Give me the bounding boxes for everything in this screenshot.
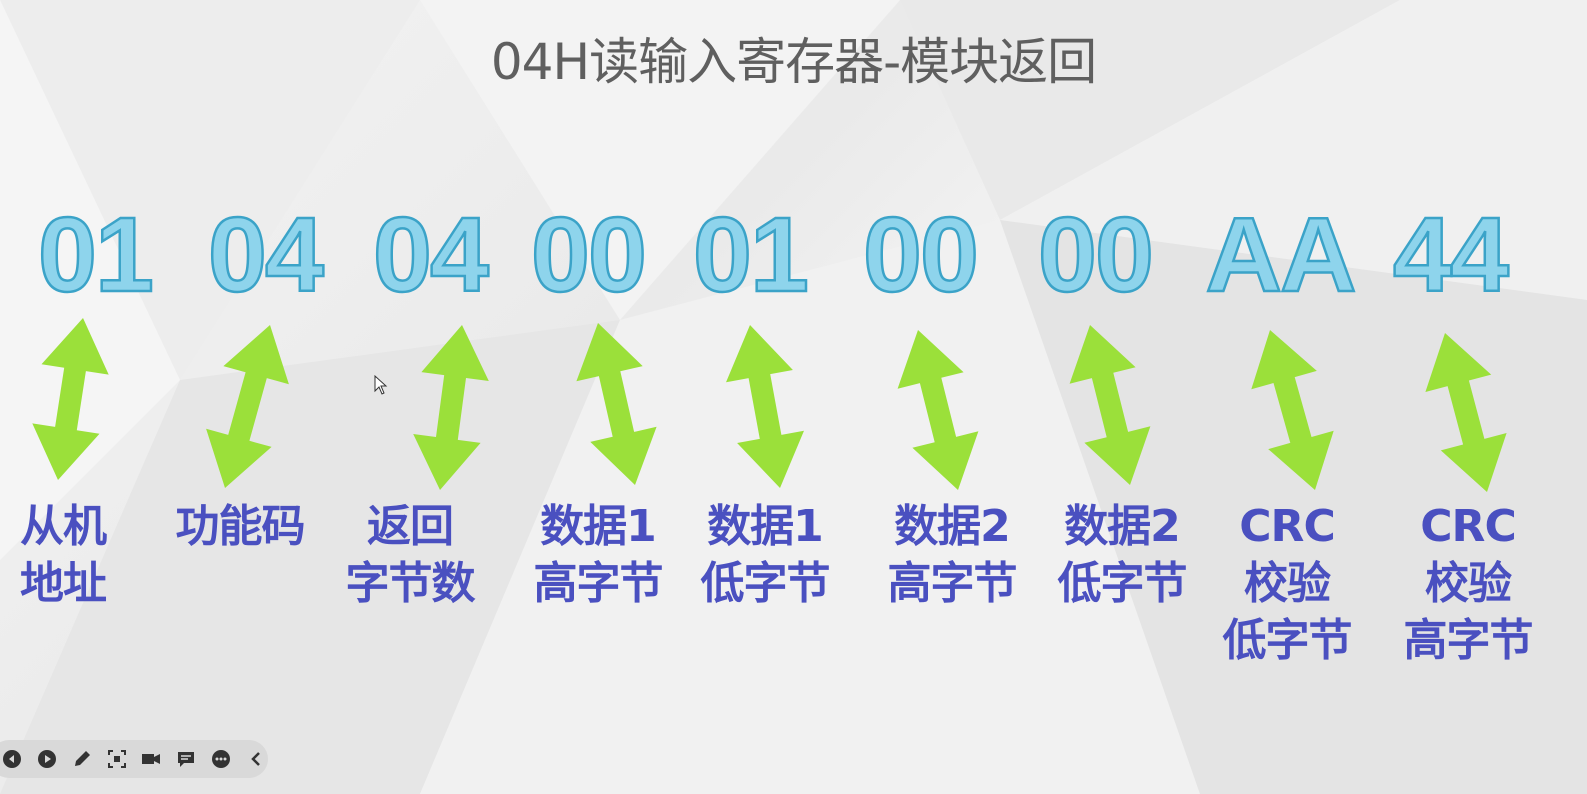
byte-label: CRC 校验 低字节 bbox=[1222, 501, 1353, 666]
comment-icon[interactable] bbox=[174, 746, 199, 772]
mouse-cursor-icon bbox=[374, 375, 388, 395]
byte-value: AA bbox=[1204, 196, 1358, 314]
more-icon[interactable] bbox=[209, 746, 234, 772]
camera-icon[interactable] bbox=[139, 746, 164, 772]
byte-label: 功能码 bbox=[175, 501, 306, 552]
byte-value: 00 bbox=[1037, 196, 1155, 314]
byte-label: 从机 地址 bbox=[20, 501, 107, 609]
slide-title: 04H读输入寄存器-模块返回 bbox=[490, 33, 1097, 91]
byte-label: 数据1 低字节 bbox=[700, 501, 831, 609]
byte-value: 01 bbox=[692, 196, 810, 314]
pen-icon[interactable] bbox=[70, 746, 95, 772]
byte-value: 01 bbox=[37, 196, 155, 314]
presentation-toolbar bbox=[0, 740, 268, 778]
byte-value: 04 bbox=[372, 196, 490, 314]
byte-value: 00 bbox=[530, 196, 648, 314]
slide-background bbox=[0, 0, 1587, 794]
byte-label: 返回 字节数 bbox=[345, 501, 476, 609]
byte-value: 04 bbox=[207, 196, 325, 314]
screenshot-icon[interactable] bbox=[104, 746, 129, 772]
byte-label: 数据1 高字节 bbox=[533, 501, 664, 609]
previous-icon[interactable] bbox=[0, 746, 25, 772]
byte-value: 00 bbox=[862, 196, 980, 314]
play-icon[interactable] bbox=[35, 746, 60, 772]
byte-label: 数据2 高字节 bbox=[887, 501, 1018, 609]
byte-label: CRC 校验 高字节 bbox=[1403, 501, 1534, 666]
collapse-icon[interactable] bbox=[243, 746, 268, 772]
byte-label: 数据2 低字节 bbox=[1057, 501, 1188, 609]
byte-value: 44 bbox=[1392, 196, 1510, 314]
